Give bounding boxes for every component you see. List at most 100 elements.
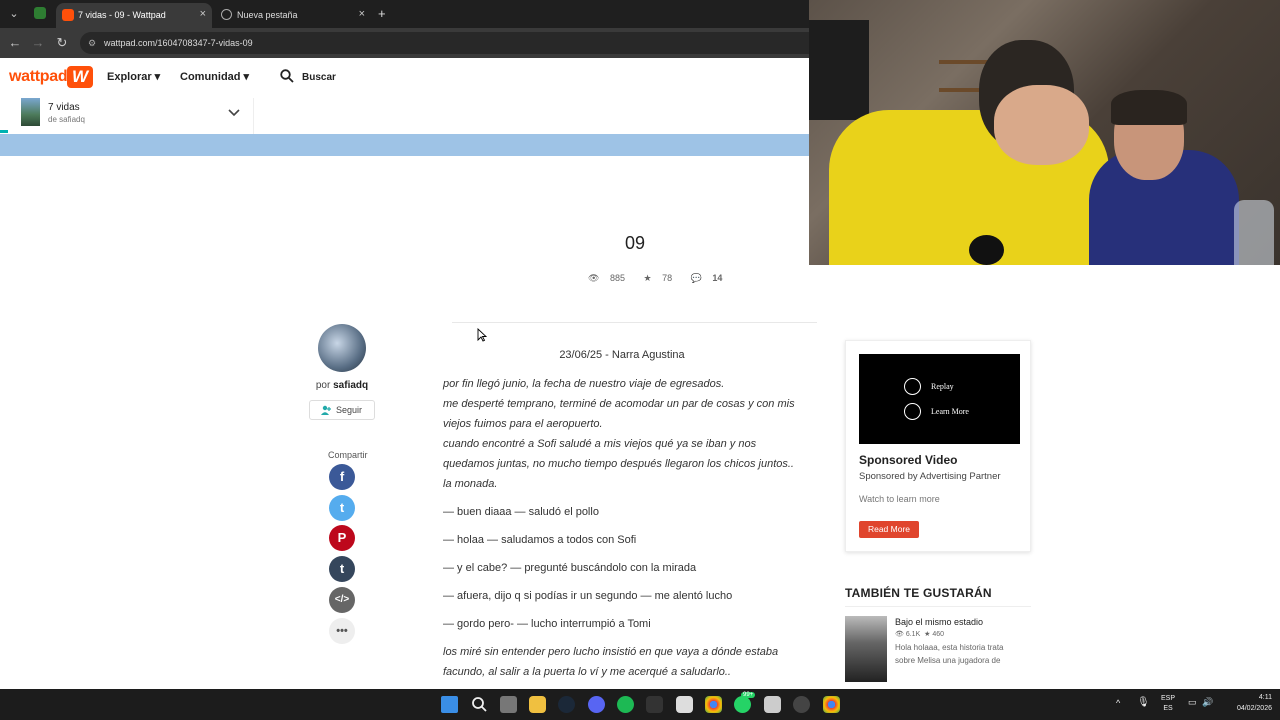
read-more-button[interactable]: Read More xyxy=(859,521,919,538)
clock-date[interactable]: 04/02/2026 xyxy=(1222,705,1272,712)
story-cover-thumbnail[interactable] xyxy=(21,98,40,126)
story-header[interactable]: 7 vidas de safiadq xyxy=(0,98,254,134)
tab-title: Nueva pestaña xyxy=(237,10,298,20)
add-person-icon xyxy=(321,405,331,415)
author-avatar[interactable] xyxy=(318,324,366,372)
dialogue-1: — buen diaaa — saludó el pollo xyxy=(443,506,599,518)
chapter-stats: 👁 885 ★ 78 💬 14 xyxy=(588,273,730,284)
comments-count[interactable]: 14 xyxy=(712,273,722,283)
recommendation-stats: 👁 6.1K ★ 460 xyxy=(895,630,944,638)
replay-label[interactable]: Replay xyxy=(931,382,954,391)
file-explorer-icon[interactable] xyxy=(529,696,546,713)
steam-icon[interactable] xyxy=(558,696,575,713)
back-arrow-icon[interactable]: ← xyxy=(6,34,24,52)
chrome-icon[interactable] xyxy=(705,696,722,713)
dialogue-3: — y el cabe? — pregunté buscándolo con l… xyxy=(443,562,697,574)
text-line: viejos fuimos para el aeropuerto. xyxy=(443,418,603,430)
monitor-shape xyxy=(809,20,869,120)
chrome-icon[interactable] xyxy=(823,696,840,713)
app-icon[interactable] xyxy=(764,696,781,713)
forward-arrow-icon[interactable]: → xyxy=(29,34,47,52)
embed-share-icon[interactable]: </> xyxy=(329,587,355,613)
globe-icon[interactable] xyxy=(904,403,921,420)
eye-icon: 👁 xyxy=(895,631,904,638)
obs-icon[interactable] xyxy=(793,696,810,713)
votes-stat: ★ 78 xyxy=(644,273,681,283)
follow-button[interactable]: Seguir xyxy=(309,400,375,420)
volume-icon[interactable]: 🔊 xyxy=(1202,697,1213,708)
paragraph-1: por fin llegó junio, la fecha de nuestro… xyxy=(443,374,808,494)
tab-close-icon[interactable]: × xyxy=(200,8,206,20)
votes-count: 78 xyxy=(662,273,673,283)
chapter-title: 09 xyxy=(624,233,646,253)
tab-search-button[interactable]: ⌄ xyxy=(6,4,22,24)
eye-icon: 👁 xyxy=(588,273,600,283)
discord-icon[interactable] xyxy=(588,696,605,713)
reading-progress-bar xyxy=(0,130,8,133)
site-info-icon[interactable]: ⚙ xyxy=(88,32,96,54)
text-line: me desperté temprano, terminé de acomoda… xyxy=(443,398,795,410)
spotify-icon[interactable] xyxy=(617,696,634,713)
new-tab-button[interactable]: + xyxy=(378,6,386,21)
text-line: facundo, al salir a la puerta lo ví y me… xyxy=(443,666,731,678)
recommendation-description: Hola holaaa, esta historia trata sobre M… xyxy=(895,643,1004,665)
paragraph-2: los miré sin entender pero lucho insisti… xyxy=(443,642,808,682)
twitter-share-icon[interactable]: t xyxy=(329,495,355,521)
recommendations-heading: TAMBIÉN TE GUSTARÁN xyxy=(845,586,992,600)
pinterest-share-icon[interactable]: P xyxy=(329,525,355,551)
person-hair-shape xyxy=(1111,90,1187,125)
reads-stat: 👁 885 xyxy=(588,273,633,283)
text-line: por fin llegó junio, la fecha de nuestro… xyxy=(443,378,725,390)
language-bottom[interactable]: ES xyxy=(1157,705,1179,712)
wattpad-logo[interactable]: wattpad xyxy=(9,68,68,86)
task-view-icon[interactable] xyxy=(500,696,517,713)
recommendation-cover[interactable] xyxy=(845,616,887,682)
language-top[interactable]: ESP xyxy=(1157,695,1179,702)
windows-start-icon[interactable] xyxy=(441,696,458,713)
microphone-icon[interactable]: 🎙 xyxy=(1137,697,1150,708)
text-line: cuando encontré a Sofi saludé a mis viej… xyxy=(443,438,757,450)
story-title[interactable]: 7 vidas xyxy=(48,102,80,113)
divider xyxy=(452,322,817,323)
story-author[interactable]: de safiadq xyxy=(48,115,85,124)
comments-stat[interactable]: 💬 14 xyxy=(691,273,723,283)
star-icon: ★ xyxy=(924,631,931,638)
chevron-up-icon[interactable]: ^ xyxy=(1116,698,1120,708)
wattpad-logo-mark[interactable]: W xyxy=(67,66,93,88)
explore-menu[interactable]: Explorar ▾ xyxy=(107,70,160,83)
pinned-tab-icon[interactable] xyxy=(34,7,46,19)
learn-more-label[interactable]: Learn More xyxy=(931,407,969,416)
tumblr-share-icon[interactable]: t xyxy=(329,556,355,582)
author-name[interactable]: safiadq xyxy=(333,380,368,391)
search-icon[interactable] xyxy=(280,69,294,83)
mouse-cursor-icon xyxy=(477,328,487,342)
bottle-shape xyxy=(1234,200,1274,265)
ad-sponsor: Sponsored by Advertising Partner xyxy=(859,471,1001,482)
tab-close-icon[interactable]: × xyxy=(359,8,365,20)
chevron-down-icon[interactable] xyxy=(227,106,241,120)
whatsapp-icon[interactable] xyxy=(734,696,751,713)
follow-label: Seguir xyxy=(335,405,362,415)
facebook-share-icon[interactable]: f xyxy=(329,464,355,490)
microphone-shape xyxy=(969,235,1004,265)
app-icon[interactable] xyxy=(676,696,693,713)
tab-new-tab[interactable]: Nueva pestaña × xyxy=(215,3,371,28)
search-icon[interactable] xyxy=(471,696,488,713)
wattpad-favicon-icon xyxy=(62,9,74,21)
sponsored-video-card: Replay Learn More Sponsored Video Sponso… xyxy=(845,340,1031,552)
url-input[interactable]: ⚙ wattpad.com/1604708347-7-vidas-09 xyxy=(80,32,840,54)
network-icon[interactable]: ▭ xyxy=(1188,697,1197,708)
clock-time[interactable]: 4:11 xyxy=(1222,694,1272,701)
recommendation-title[interactable]: Bajo el mismo estadio xyxy=(895,617,983,627)
epic-games-icon[interactable] xyxy=(646,696,663,713)
community-menu[interactable]: Comunidad ▾ xyxy=(180,70,249,83)
replay-icon[interactable] xyxy=(904,378,921,395)
ad-video-player[interactable]: Replay Learn More xyxy=(859,354,1020,444)
more-options-icon[interactable]: ••• xyxy=(329,618,355,644)
webcam-overlay xyxy=(809,0,1280,265)
tab-wattpad[interactable]: 7 vidas - 09 - Wattpad × xyxy=(56,3,212,28)
search-label[interactable]: Buscar xyxy=(302,72,336,83)
text-line: la monada. xyxy=(443,478,498,490)
reload-icon[interactable]: ↻ xyxy=(53,34,71,52)
recommendation-votes: 460 xyxy=(932,631,945,638)
